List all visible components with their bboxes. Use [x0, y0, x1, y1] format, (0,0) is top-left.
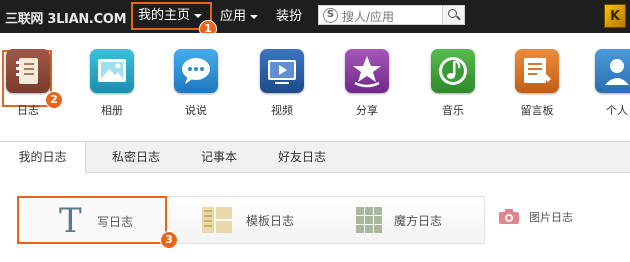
nav-dress-up-label: 装扮 [276, 9, 303, 24]
tab-private-diary[interactable]: 私密日志 [96, 142, 176, 173]
search-input[interactable]: 搜人/应用 [342, 8, 394, 25]
search-box[interactable]: S 搜人/应用 [318, 5, 465, 25]
search-button[interactable] [442, 6, 464, 24]
app-message-board-label: 留言板 [520, 104, 554, 117]
template-diary-button[interactable]: 模板日志 [188, 197, 338, 243]
template-icon [202, 207, 232, 233]
avatar[interactable]: K [604, 4, 626, 28]
write-diary-label: 写日志 [97, 215, 134, 229]
speech-bubble-icon [174, 49, 218, 93]
diary-tabs: 我的日志 私密日志 记事本 好友日志 [0, 141, 630, 174]
nav-dress-up[interactable]: 装扮 [276, 0, 302, 33]
share-star-icon [345, 49, 389, 93]
app-icon-row: 2 日志 相册 说说 视频 分享 音乐 留言板 个人 [0, 33, 630, 141]
tab-friends-diary[interactable]: 好友日志 [262, 142, 342, 173]
app-photo-album-label: 相册 [101, 104, 123, 117]
site-logo[interactable]: 三联网 3LIAN.COM [5, 8, 127, 27]
search-icon-handle [456, 15, 461, 21]
photo-diary-label: 图片日志 [529, 211, 573, 224]
template-diary-label: 模板日志 [246, 214, 295, 228]
app-talk-label: 说说 [185, 104, 207, 117]
app-share[interactable]: 分享 [339, 49, 395, 118]
text-t-icon: T [59, 201, 82, 241]
cube-diary-button[interactable]: 魔方日志 [338, 197, 486, 243]
cube-diary-label: 魔方日志 [394, 214, 443, 228]
app-video-label: 视频 [271, 104, 293, 117]
diary-icon [6, 49, 50, 93]
app-diary-label: 日志 [17, 104, 39, 117]
write-diary-button[interactable]: T 写日志 [17, 196, 167, 244]
app-share-label: 分享 [356, 104, 378, 117]
app-profile[interactable]: 个人 [589, 49, 630, 118]
tab-notebook[interactable]: 记事本 [184, 142, 254, 173]
tab-my-diary[interactable]: 我的日志 [0, 142, 86, 174]
write-options-panel: T 写日志 模板日志 魔方日志 [17, 196, 485, 244]
nav-my-homepage-label: 我的主页 [138, 8, 191, 23]
top-bar: 三联网 3LIAN.COM 我的主页 1 应用 装扮 S 搜人/应用 K [0, 0, 630, 38]
step-badge-3: 3 [160, 231, 178, 249]
write-area: T 写日志 模板日志 魔方日志 3 图片日志 [0, 174, 630, 262]
video-icon [260, 49, 304, 93]
camera-icon [499, 209, 519, 224]
app-profile-label: 个人 [606, 104, 628, 117]
message-board-icon [515, 49, 559, 93]
app-music[interactable]: 音乐 [425, 49, 481, 118]
chevron-down-icon [250, 14, 259, 19]
app-diary[interactable]: 日志 [0, 49, 56, 118]
app-video[interactable]: 视频 [254, 49, 310, 118]
search-brand-icon: S [323, 8, 338, 23]
app-photo-album[interactable]: 相册 [84, 49, 140, 118]
music-icon [431, 49, 475, 93]
photo-album-icon [90, 49, 134, 93]
app-message-board[interactable]: 留言板 [509, 49, 565, 118]
nav-apps-label: 应用 [220, 9, 247, 24]
profile-icon [595, 49, 630, 93]
chevron-down-icon [194, 13, 203, 18]
app-talk[interactable]: 说说 [168, 49, 224, 118]
app-music-label: 音乐 [442, 104, 464, 117]
nav-apps[interactable]: 应用 [220, 0, 259, 33]
grid-cube-icon [356, 207, 382, 233]
